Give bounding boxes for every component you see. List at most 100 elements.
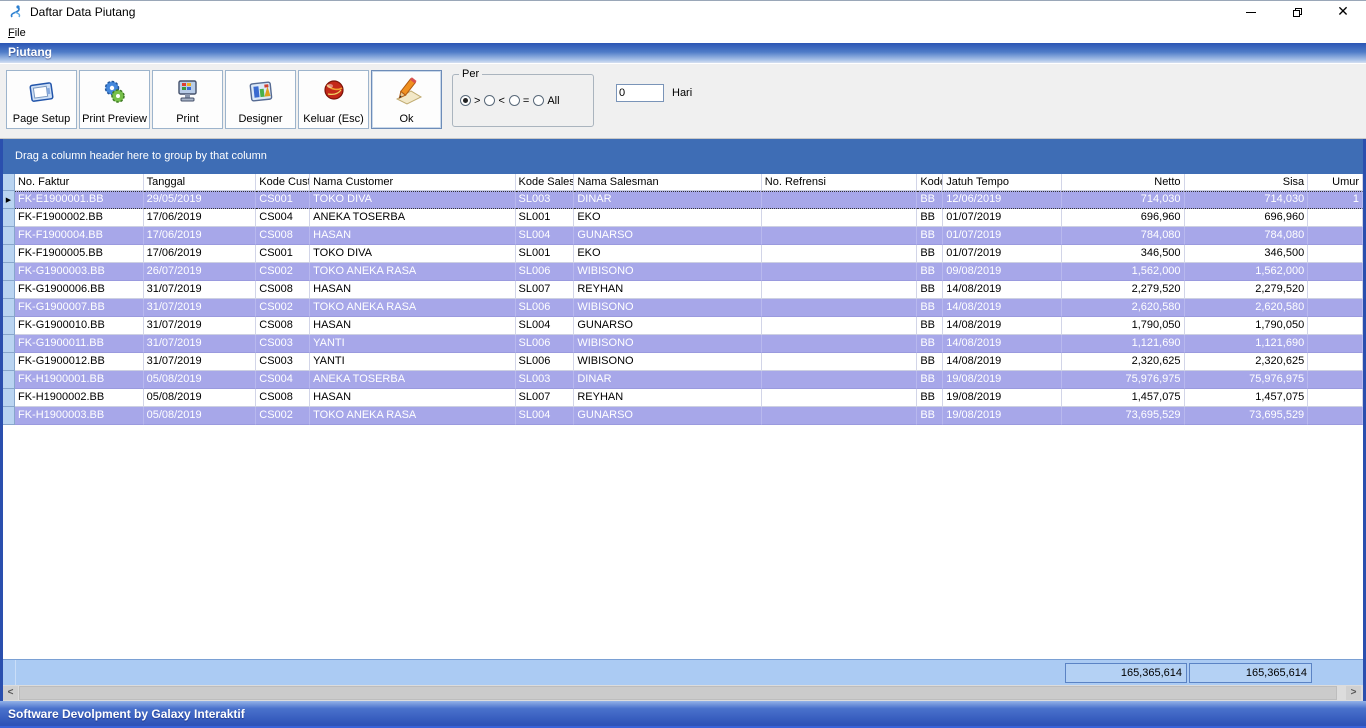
column-header-nama_customer[interactable]: Nama Customer — [310, 174, 515, 191]
cell-kode_customer[interactable]: CS004 — [256, 371, 310, 389]
column-header-umur[interactable]: Umur — [1308, 174, 1363, 191]
cell-kode_customer[interactable]: CS003 — [256, 353, 310, 371]
cell-netto[interactable]: 2,620,580 — [1062, 299, 1185, 317]
scrollbar-thumb[interactable] — [19, 686, 1337, 700]
cell-nama_customer[interactable]: TOKO ANEKA RASA — [310, 263, 515, 281]
cell-faktur[interactable]: FK-E1900001.BB — [15, 191, 144, 209]
cell-jatuh_tempo[interactable]: 01/07/2019 — [943, 245, 1062, 263]
cell-sisa[interactable]: 2,279,520 — [1185, 281, 1309, 299]
cell-umur[interactable] — [1308, 353, 1363, 371]
cell-umur[interactable] — [1308, 371, 1363, 389]
cell-kode_sales[interactable]: SL006 — [516, 335, 575, 353]
radio-equals[interactable]: = — [509, 95, 529, 107]
cell-nama_salesman[interactable]: WIBISONO — [574, 353, 761, 371]
cell-faktur[interactable]: FK-G1900007.BB — [15, 299, 144, 317]
cell-sisa[interactable]: 1,121,690 — [1185, 335, 1309, 353]
cell-umur[interactable] — [1308, 317, 1363, 335]
cell-kode_customer[interactable]: CS001 — [256, 245, 310, 263]
cell-no_refrensi[interactable] — [762, 227, 918, 245]
cell-sisa[interactable]: 75,976,975 — [1185, 371, 1309, 389]
horizontal-scrollbar[interactable]: < > — [3, 685, 1363, 701]
cell-kode_customer[interactable]: CS004 — [256, 209, 310, 227]
cell-kode_customer[interactable]: CS002 — [256, 299, 310, 317]
cell-tanggal[interactable]: 05/08/2019 — [144, 389, 257, 407]
scroll-left-arrow[interactable]: < — [3, 686, 18, 700]
cell-kode_sales[interactable]: SL001 — [516, 209, 575, 227]
cell-kode[interactable]: BB — [917, 299, 943, 317]
cell-kode_customer[interactable]: CS008 — [256, 281, 310, 299]
cell-kode_sales[interactable]: SL007 — [516, 389, 575, 407]
cell-kode[interactable]: BB — [917, 263, 943, 281]
cell-sisa[interactable]: 1,790,050 — [1185, 317, 1309, 335]
cell-faktur[interactable]: FK-F1900002.BB — [15, 209, 144, 227]
cell-nama_salesman[interactable]: EKO — [574, 209, 761, 227]
cell-sisa[interactable]: 696,960 — [1185, 209, 1309, 227]
cell-kode_sales[interactable]: SL003 — [516, 191, 575, 209]
cell-nama_salesman[interactable]: WIBISONO — [574, 335, 761, 353]
cell-kode_customer[interactable]: CS003 — [256, 335, 310, 353]
cell-faktur[interactable]: FK-F1900005.BB — [15, 245, 144, 263]
exit-button[interactable]: Keluar (Esc) — [298, 70, 369, 129]
table-row[interactable]: FK-G1900011.BB31/07/2019CS003YANTISL006W… — [3, 335, 1363, 353]
cell-kode_sales[interactable]: SL004 — [516, 227, 575, 245]
cell-no_refrensi[interactable] — [762, 245, 918, 263]
table-row[interactable]: FK-F1900004.BB17/06/2019CS008HASANSL004G… — [3, 227, 1363, 245]
cell-jatuh_tempo[interactable]: 14/08/2019 — [943, 317, 1062, 335]
cell-sisa[interactable]: 346,500 — [1185, 245, 1309, 263]
cell-nama_salesman[interactable]: GUNARSO — [574, 317, 761, 335]
cell-jatuh_tempo[interactable]: 14/08/2019 — [943, 281, 1062, 299]
cell-kode_customer[interactable]: CS002 — [256, 263, 310, 281]
cell-umur[interactable]: 1 — [1308, 191, 1363, 209]
column-header-sisa[interactable]: Sisa — [1185, 174, 1309, 191]
cell-kode[interactable]: BB — [917, 317, 943, 335]
designer-button[interactable]: Designer — [225, 70, 296, 129]
cell-netto[interactable]: 1,121,690 — [1062, 335, 1185, 353]
cell-kode[interactable]: BB — [917, 209, 943, 227]
cell-no_refrensi[interactable] — [762, 299, 918, 317]
cell-faktur[interactable]: FK-H1900001.BB — [15, 371, 144, 389]
cell-tanggal[interactable]: 31/07/2019 — [144, 281, 257, 299]
cell-netto[interactable]: 1,562,000 — [1062, 263, 1185, 281]
column-header-faktur[interactable]: No. Faktur — [15, 174, 144, 191]
cell-umur[interactable] — [1308, 263, 1363, 281]
cell-nama_salesman[interactable]: WIBISONO — [574, 263, 761, 281]
cell-tanggal[interactable]: 31/07/2019 — [144, 299, 257, 317]
table-row[interactable]: FK-H1900001.BB05/08/2019CS004ANEKA TOSER… — [3, 371, 1363, 389]
cell-kode_sales[interactable]: SL007 — [516, 281, 575, 299]
cell-netto[interactable]: 346,500 — [1062, 245, 1185, 263]
cell-faktur[interactable]: FK-G1900003.BB — [15, 263, 144, 281]
cell-umur[interactable] — [1308, 389, 1363, 407]
cell-kode[interactable]: BB — [917, 227, 943, 245]
cell-kode_sales[interactable]: SL006 — [516, 299, 575, 317]
cell-jatuh_tempo[interactable]: 14/08/2019 — [943, 353, 1062, 371]
cell-netto[interactable]: 784,080 — [1062, 227, 1185, 245]
column-header-netto[interactable]: Netto — [1062, 174, 1185, 191]
cell-faktur[interactable]: FK-G1900011.BB — [15, 335, 144, 353]
cell-nama_salesman[interactable]: DINAR — [574, 191, 761, 209]
cell-sisa[interactable]: 714,030 — [1185, 191, 1309, 209]
cell-kode[interactable]: BB — [917, 407, 943, 425]
cell-nama_customer[interactable]: HASAN — [310, 389, 515, 407]
cell-jatuh_tempo[interactable]: 19/08/2019 — [943, 371, 1062, 389]
cell-jatuh_tempo[interactable]: 14/08/2019 — [943, 335, 1062, 353]
cell-faktur[interactable]: FK-H1900003.BB — [15, 407, 144, 425]
cell-nama_salesman[interactable]: EKO — [574, 245, 761, 263]
table-row[interactable]: FK-F1900002.BB17/06/2019CS004ANEKA TOSER… — [3, 209, 1363, 227]
cell-nama_customer[interactable]: TOKO ANEKA RASA — [310, 299, 515, 317]
cell-netto[interactable]: 2,320,625 — [1062, 353, 1185, 371]
cell-netto[interactable]: 1,457,075 — [1062, 389, 1185, 407]
cell-jatuh_tempo[interactable]: 12/06/2019 — [943, 191, 1062, 209]
cell-no_refrensi[interactable] — [762, 281, 918, 299]
cell-faktur[interactable]: FK-G1900006.BB — [15, 281, 144, 299]
cell-umur[interactable] — [1308, 281, 1363, 299]
cell-tanggal[interactable]: 31/07/2019 — [144, 335, 257, 353]
cell-nama_customer[interactable]: ANEKA TOSERBA — [310, 209, 515, 227]
cell-faktur[interactable]: FK-G1900012.BB — [15, 353, 144, 371]
cell-nama_customer[interactable]: HASAN — [310, 281, 515, 299]
cell-nama_customer[interactable]: YANTI — [310, 353, 515, 371]
cell-kode_sales[interactable]: SL001 — [516, 245, 575, 263]
print-preview-button[interactable]: Print Preview — [79, 70, 150, 129]
cell-sisa[interactable]: 2,320,625 — [1185, 353, 1309, 371]
cell-faktur[interactable]: FK-F1900004.BB — [15, 227, 144, 245]
cell-no_refrensi[interactable] — [762, 209, 918, 227]
